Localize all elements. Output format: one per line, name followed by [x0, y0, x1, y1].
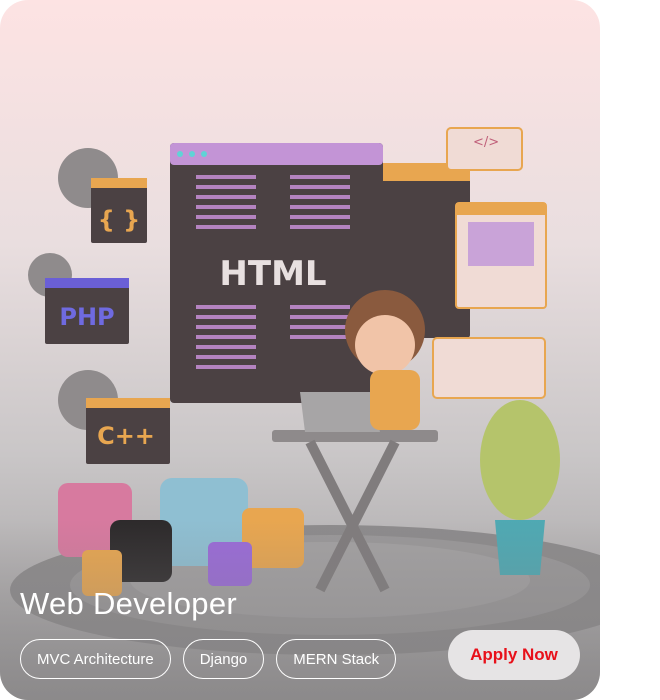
job-title: Web Developer — [20, 586, 237, 621]
php-label: PHP — [59, 303, 114, 331]
cpp-label: C++ — [97, 422, 155, 450]
html-window: HTML — [170, 143, 383, 403]
apply-now-button[interactable]: Apply Now — [448, 630, 580, 680]
job-card[interactable]: HTML { } PHP C++ </> Web Developer MVC A… — [0, 0, 600, 700]
braces-label: { } — [98, 206, 141, 234]
skill-tags: MVC Architecture Django MERN Stack — [20, 639, 397, 679]
tag-django[interactable]: Django — [182, 639, 265, 679]
code-label: </> — [473, 135, 499, 150]
tag-mvc-architecture[interactable]: MVC Architecture — [20, 639, 171, 679]
html-label: HTML — [219, 254, 326, 294]
tag-mern-stack[interactable]: MERN Stack — [276, 639, 397, 679]
